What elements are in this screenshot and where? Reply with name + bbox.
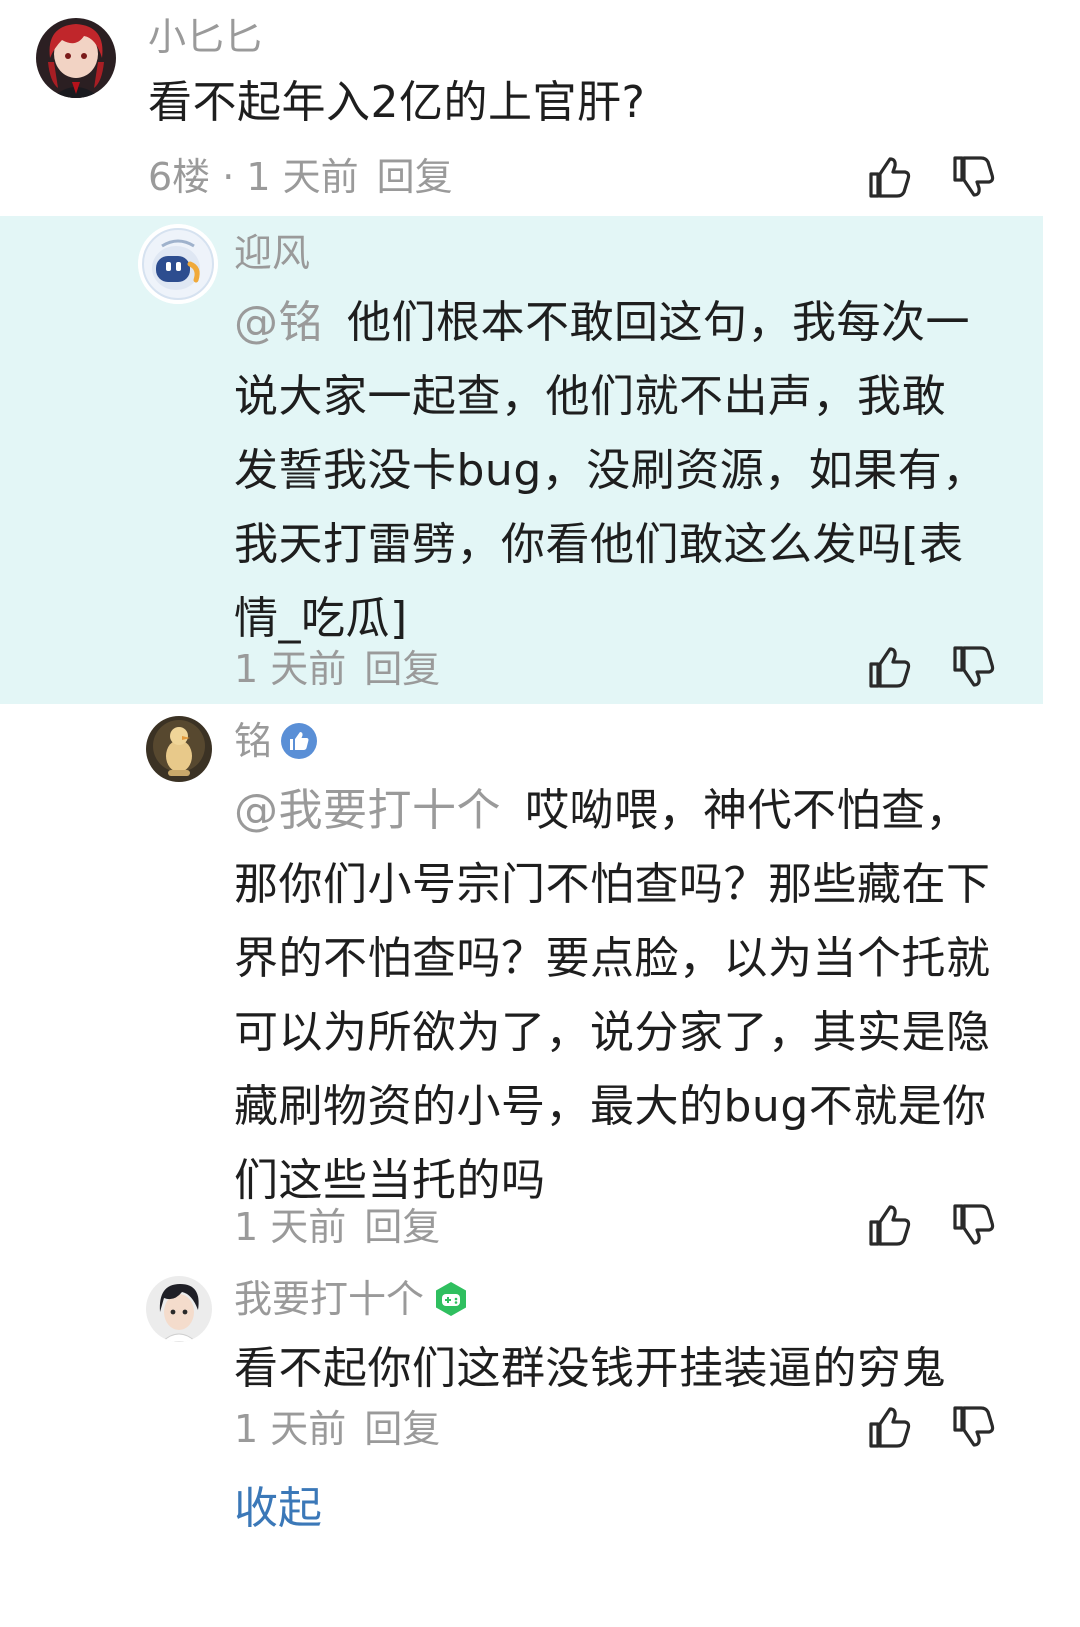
collapse-replies-button[interactable]: 收起 [234,1482,322,1536]
reply-button[interactable]: 回复 [377,155,453,199]
comment-text: 看不起你们这群没钱开挂装逼的穷鬼 [234,1343,946,1394]
user-avatar[interactable] [146,716,212,782]
comment-body: 哎呦喂，神代不怕查，那你们小号宗门不怕查吗？那些藏在下界的不怕查吗？要点脸，以为… [234,785,991,1206]
thumbs-down-icon[interactable] [950,154,996,200]
comment-time: 1 天前 [234,647,347,691]
comment-item: 铭 @我要打十个 哎呦喂，神代不怕查，那你们小号宗门不怕查吗？那些藏在下界的不怕查… [0,704,1080,1264]
username-text: 铭 [234,719,273,763]
comment-time: 1 天前 [234,1205,347,1249]
comment-text: @我要打十个 哎呦喂，神代不怕查，那你们小号宗门不怕查吗？那些藏在下界的不怕查吗？… [234,774,994,1218]
comment-item: 小匕匕 看不起年入2亿的上官肝? 6楼 · 1 天前 回复 [0,0,1080,216]
thumbs-down-icon[interactable] [950,1404,996,1450]
mention-link[interactable]: @我要打十个 [234,785,501,836]
robot-avatar [138,224,218,304]
username[interactable]: 小匕匕 [148,14,262,60]
duck-figure-avatar [146,716,212,782]
thumbs-down-icon[interactable] [950,1202,996,1248]
red-hair-character-avatar [36,18,116,98]
gamepad-badge-icon [436,1281,467,1316]
thumbs-up-icon[interactable] [866,644,912,690]
thumbs-up-icon[interactable] [866,1202,912,1248]
thumbs-up-icon[interactable] [866,154,912,200]
comment-meta: 1 天前 回复 [234,1204,440,1250]
reply-button[interactable]: 回复 [364,1407,440,1451]
thumbs-down-icon[interactable] [950,644,996,690]
mention-link[interactable]: @铭 [234,297,323,348]
comment-floor-time: 6楼 · 1 天前 [148,155,359,199]
comment-meta: 1 天前 回复 [234,646,440,692]
comment-item: 迎风 @铭 他们根本不敢回这句，我每次一说大家一起查，他们就不出声，我敢发誓我没卡… [0,216,1080,704]
comment-text: @铭 他们根本不敢回这句，我每次一说大家一起查，他们就不出声，我敢发誓我没卡bug… [234,286,990,656]
user-avatar[interactable] [138,224,218,304]
comment-text: 看不起年入2亿的上官肝? [148,77,646,128]
thumbs-up-icon[interactable] [866,1404,912,1450]
comment-meta: 6楼 · 1 天前 回复 [148,154,453,200]
comment-body: 他们根本不敢回这句，我每次一说大家一起查，他们就不出声，我敢发誓我没卡bug，没… [234,297,987,644]
user-avatar[interactable] [36,18,116,98]
reply-button[interactable]: 回复 [364,1205,440,1249]
comment-meta: 1 天前 回复 [234,1406,440,1452]
dark-hair-character-avatar [146,1276,212,1342]
username-text: 我要打十个 [234,1277,425,1321]
comment-time: 1 天前 [234,1407,347,1451]
username[interactable]: 铭 [234,718,318,764]
username[interactable]: 迎风 [234,230,310,276]
username[interactable]: 我要打十个 [234,1276,470,1322]
comment-item: 我要打十个 看不起你们这群没钱开挂装逼的穷鬼 1 天前 回复 [0,1264,1080,1464]
reply-button[interactable]: 回复 [364,647,440,691]
thumbs-up-badge-icon [281,722,318,759]
user-avatar[interactable] [146,1276,212,1342]
